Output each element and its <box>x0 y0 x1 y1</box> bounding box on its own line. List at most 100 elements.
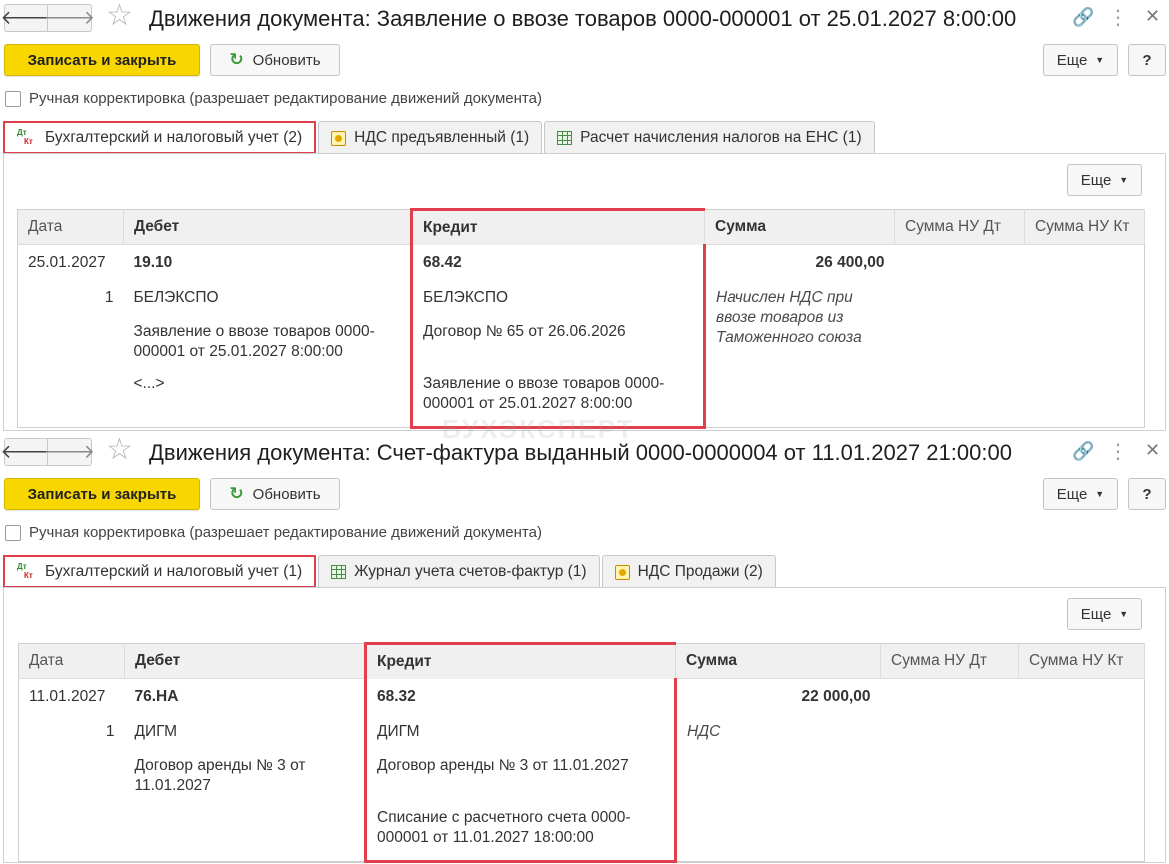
more-menu-icon[interactable]: ⋮ <box>1108 5 1128 30</box>
credit-subconto-3: Заявление о ввозе товаров 0000-000001 от… <box>423 374 665 412</box>
column-date[interactable]: Дата <box>17 209 124 245</box>
tab-label: Расчет начисления налогов на ЕНС (1) <box>580 129 862 146</box>
refresh-label: Обновить <box>252 485 321 503</box>
table-header: Дата Дебет Кредит Сумма Сумма НУ Дт Сумм… <box>17 208 1145 245</box>
dt-kt-icon: Дт Кт <box>17 127 33 146</box>
close-icon[interactable]: ✕ <box>1145 440 1160 461</box>
caret-down-icon: ▼ <box>1095 489 1105 499</box>
page-title: Движения документа: Счет-фактура выданны… <box>149 440 1012 465</box>
credit-account: 68.32 <box>377 687 416 705</box>
tab-vat-presented[interactable]: НДС предъявленный (1) <box>318 121 543 154</box>
tab-label: НДС Продажи (2) <box>637 563 763 580</box>
more-label: Еще <box>1056 485 1088 503</box>
movements-table: Дата Дебет Кредит Сумма Сумма НУ Дт Сумм… <box>18 642 1145 863</box>
register-tabs: Дт Кт Бухгалтерский и налоговый учет (2) … <box>3 121 877 154</box>
amount-tax-dt-cell <box>895 245 1025 428</box>
row-date: 25.01.2027 <box>28 254 106 271</box>
document-movements-window-2: 🡐 🡒 ☆ Движения документа: Счет-фактура в… <box>0 434 1169 864</box>
credit-subconto-1: БЕЛЭКСПО <box>423 288 509 306</box>
row-line-number: 1 <box>105 723 115 740</box>
more-button[interactable]: Еще ▼ <box>1043 44 1118 76</box>
refresh-button[interactable]: ↻ Обновить <box>210 478 340 510</box>
column-credit[interactable]: Кредит <box>410 208 705 245</box>
help-button[interactable]: ? <box>1128 44 1166 76</box>
refresh-icon: ↻ <box>229 484 244 503</box>
debit-cell: 19.10 БЕЛЭКСПО Заявление о ввозе товаров… <box>124 245 412 428</box>
manual-correction-checkbox[interactable] <box>5 525 21 541</box>
refresh-button[interactable]: ↻ Обновить <box>210 44 340 76</box>
refresh-label: Обновить <box>252 51 321 69</box>
credit-subconto-2: Договор аренды № 3 от 11.01.2027 <box>377 756 629 774</box>
credit-cell: 68.32 ДИГМ Договор аренды № 3 от 11.01.2… <box>364 678 677 863</box>
amount-tax-dt-cell <box>881 679 1019 862</box>
grid-more-button[interactable]: Еще ▼ <box>1067 164 1142 196</box>
save-and-close-button[interactable]: Записать и закрыть <box>4 44 200 76</box>
document-movements-window-1: 🡐 🡒 ☆ Движения документа: Заявление о вв… <box>0 0 1169 434</box>
more-menu-icon[interactable]: ⋮ <box>1108 439 1128 464</box>
debit-subconto-1: БЕЛЭКСПО <box>133 289 219 306</box>
tab-ens-tax-calc[interactable]: Расчет начисления налогов на ЕНС (1) <box>544 121 875 154</box>
register-icon <box>331 130 347 146</box>
amount-tax-kt-cell <box>1025 245 1145 428</box>
column-amount-tax-kt[interactable]: Сумма НУ Кт <box>1018 643 1145 679</box>
register-icon <box>614 564 630 580</box>
credit-subconto-3: Списание с расчетного счета 0000-000001 … <box>377 808 631 846</box>
column-credit[interactable]: Кредит <box>364 642 676 679</box>
column-amount[interactable]: Сумма <box>704 209 895 245</box>
back-arrow-icon[interactable]: 🡐 <box>1 4 51 32</box>
debit-subconto-1: ДИГМ <box>134 723 178 740</box>
table-grid-icon <box>331 565 347 579</box>
tab-vat-sales[interactable]: НДС Продажи (2) <box>601 555 776 588</box>
column-debit[interactable]: Дебет <box>124 643 366 679</box>
debit-account: 19.10 <box>133 254 173 271</box>
credit-subconto-1: ДИГМ <box>377 722 420 740</box>
grid-more-button[interactable]: Еще ▼ <box>1067 598 1142 630</box>
debit-cell: 76.НА ДИГМ Договор аренды № 3 от 11.01.2… <box>125 679 366 862</box>
credit-account: 68.42 <box>423 253 462 271</box>
column-amount-tax-dt[interactable]: Сумма НУ Дт <box>894 209 1025 245</box>
tab-content: Еще ▼ Дата Дебет Кредит Сумма Сумма НУ Д… <box>3 587 1166 863</box>
refresh-icon: ↻ <box>229 50 244 69</box>
debit-subconto-2: Договор аренды № 3 от 11.01.2027 <box>134 757 306 794</box>
column-amount-tax-kt[interactable]: Сумма НУ Кт <box>1024 209 1145 245</box>
close-icon[interactable]: ✕ <box>1145 6 1160 27</box>
amount-tax-kt-cell <box>1019 679 1145 862</box>
link-icon[interactable]: 🔗 <box>1072 7 1094 28</box>
column-date[interactable]: Дата <box>18 643 125 679</box>
help-button[interactable]: ? <box>1128 478 1166 510</box>
tab-label: Бухгалтерский и налоговый учет (2) <box>45 128 303 146</box>
tab-accounting-tax[interactable]: Дт Кт Бухгалтерский и налоговый учет (1) <box>3 555 317 588</box>
back-arrow-icon[interactable]: 🡐 <box>1 438 51 466</box>
amount-cell: 26 400,00 Начислен НДС при ввозе товаров… <box>705 245 895 428</box>
caret-down-icon: ▼ <box>1095 55 1105 65</box>
table-row[interactable]: 11.01.2027 1 76.НА ДИГМ Договор аренды №… <box>19 678 1145 863</box>
favorite-star-icon[interactable]: ☆ <box>106 1 133 31</box>
tab-label: Бухгалтерский и налоговый учет (1) <box>45 562 303 580</box>
dt-kt-icon: Дт Кт <box>17 561 33 580</box>
link-icon[interactable]: 🔗 <box>1072 441 1094 462</box>
table-row[interactable]: 25.01.2027 1 19.10 БЕЛЭКСПО Заявление о … <box>18 244 1145 429</box>
row-date: 11.01.2027 <box>29 688 106 705</box>
row-amount: 26 400,00 <box>815 254 885 271</box>
tab-invoice-journal[interactable]: Журнал учета счетов-фактур (1) <box>318 555 600 588</box>
forward-arrow-icon[interactable]: 🡒 <box>44 438 95 466</box>
forward-arrow-icon[interactable]: 🡒 <box>44 4 95 32</box>
column-debit[interactable]: Дебет <box>123 209 412 245</box>
caret-down-icon: ▼ <box>1119 609 1129 619</box>
manual-correction-checkbox[interactable] <box>5 91 21 107</box>
manual-correction-label: Ручная корректировка (разрешает редактир… <box>29 524 542 541</box>
tab-content: Еще ▼ Дата Дебет Кредит Сумма Сумма НУ Д… <box>3 153 1166 431</box>
caret-down-icon: ▼ <box>1119 175 1129 185</box>
save-and-close-button[interactable]: Записать и закрыть <box>4 478 200 510</box>
page-title: Движения документа: Заявление о ввозе то… <box>149 6 1017 31</box>
table-header: Дата Дебет Кредит Сумма Сумма НУ Дт Сумм… <box>18 642 1145 679</box>
column-amount-tax-dt[interactable]: Сумма НУ Дт <box>880 643 1019 679</box>
tab-accounting-tax[interactable]: Дт Кт Бухгалтерский и налоговый учет (2) <box>3 121 317 154</box>
manual-correction-label: Ручная корректировка (разрешает редактир… <box>29 90 542 107</box>
credit-subconto-2: Договор № 65 от 26.06.2026 <box>423 322 626 340</box>
favorite-star-icon[interactable]: ☆ <box>106 435 133 465</box>
amount-cell: 22 000,00 НДС <box>676 679 881 862</box>
more-label: Еще <box>1056 51 1088 69</box>
column-amount[interactable]: Сумма <box>675 643 881 679</box>
more-button[interactable]: Еще ▼ <box>1043 478 1118 510</box>
